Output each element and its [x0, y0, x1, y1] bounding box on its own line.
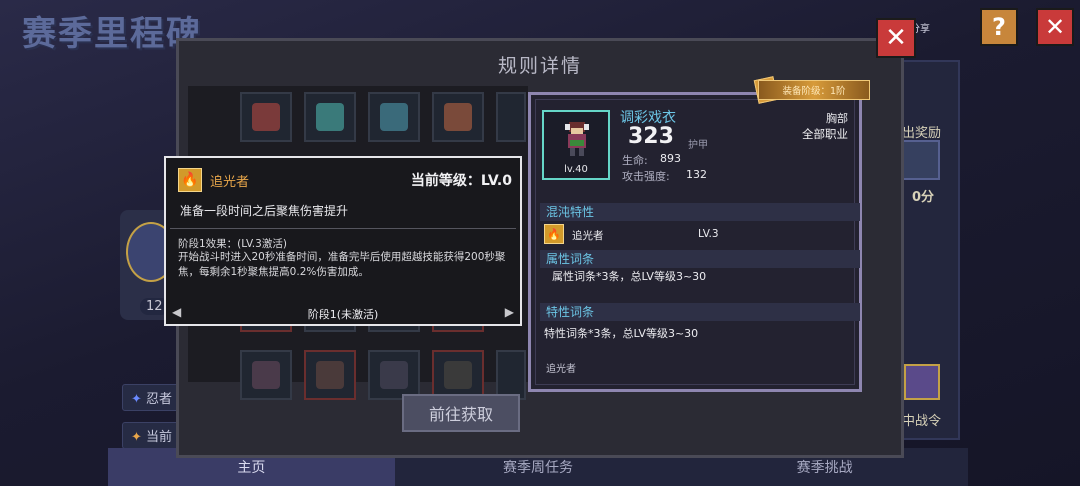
armor-label: 护甲	[688, 140, 708, 151]
stat-attack-value: 132	[686, 168, 707, 181]
stat-hp-value: 893	[660, 152, 681, 165]
divider	[170, 228, 516, 229]
equipment-slot[interactable]	[304, 92, 356, 142]
flame-icon: 🔥	[544, 224, 564, 244]
stat-hp-label: 生命:	[622, 154, 648, 167]
equipment-slot[interactable]	[240, 92, 292, 142]
season-milestone-title: 赛季里程碑	[22, 14, 202, 54]
attr-section-header: 属性词条	[540, 250, 860, 268]
season-pass-icon[interactable]	[904, 364, 940, 400]
armor-value: 323	[628, 124, 674, 149]
chaos-section-header: 混沌特性	[540, 203, 860, 221]
trait-entries-text: 特性词条*3条，总LV等级3~30	[544, 327, 699, 340]
trait-section-header: 特性词条	[540, 303, 860, 321]
ninja-tag[interactable]: ✦ 忍者	[122, 384, 182, 411]
score-label: 0分	[912, 190, 935, 205]
goto-obtain-button[interactable]: 前往获取	[402, 394, 520, 432]
equipment-slot[interactable]	[496, 350, 526, 400]
next-arrow-icon[interactable]: ▶	[505, 305, 514, 319]
equipment-slot[interactable]	[432, 350, 484, 400]
skill-stage-label: 阶段1(未激活)	[307, 308, 379, 321]
reward-label: 出奖励	[902, 126, 942, 141]
equipment-slot-type: 胸部	[826, 112, 848, 125]
attr-entries-text: 属性词条*3条，总LV等级3~30	[552, 270, 707, 283]
help-button[interactable]: ?	[980, 8, 1018, 46]
stat-attack-label: 攻击强度:	[622, 170, 670, 183]
skill-stage-effect: 开始战斗时进入20秒准备时间，准备完毕后使用超越技能获得200秒聚焦，每剩余1秒…	[178, 251, 506, 278]
diamond-icon[interactable]	[900, 140, 940, 180]
page-close-button[interactable]: ✕	[1036, 8, 1074, 46]
skill-name: 追光者	[210, 175, 250, 190]
flame-icon: 🔥	[178, 168, 202, 192]
current-tag[interactable]: ✦ 当前	[122, 422, 182, 449]
season-pass-label: 中战令	[902, 414, 942, 429]
chaos-trait-name: 追光者	[572, 230, 604, 242]
equipment-slot[interactable]	[368, 350, 420, 400]
equipment-class: 全部职业	[802, 127, 848, 141]
chaos-trait-level: LV.3	[698, 228, 719, 240]
equipment-slot[interactable]	[432, 92, 484, 142]
dialog-title: 规则详情	[497, 55, 582, 77]
costume-icon	[565, 122, 589, 156]
equipment-slot[interactable]	[368, 92, 420, 142]
equipment-slot[interactable]	[496, 92, 526, 142]
equipment-slot[interactable]	[304, 350, 356, 400]
equipment-portrait: lv.40	[542, 110, 610, 180]
skill-description: 准备一段时间之后聚焦伤害提升	[180, 204, 349, 218]
equipment-slot[interactable]	[240, 350, 292, 400]
skill-stage-title: 阶段1效果：(LV.3激活)	[178, 238, 287, 250]
equipment-footer-trait: 追光者	[546, 364, 576, 375]
skill-stage-pager: ◀ 阶段1(未激活) ▶	[170, 304, 516, 322]
skill-tooltip: 🔥 追光者 当前等级：LV.0 准备一段时间之后聚焦伤害提升 阶段1效果：(LV…	[164, 156, 522, 326]
equipment-level: lv.40	[564, 164, 588, 175]
equipment-stage-banner: 装备阶级：1阶	[758, 80, 870, 100]
skill-current-level: 当前等级：LV.0	[410, 173, 512, 189]
dialog-close-button[interactable]: ✕	[876, 18, 916, 58]
